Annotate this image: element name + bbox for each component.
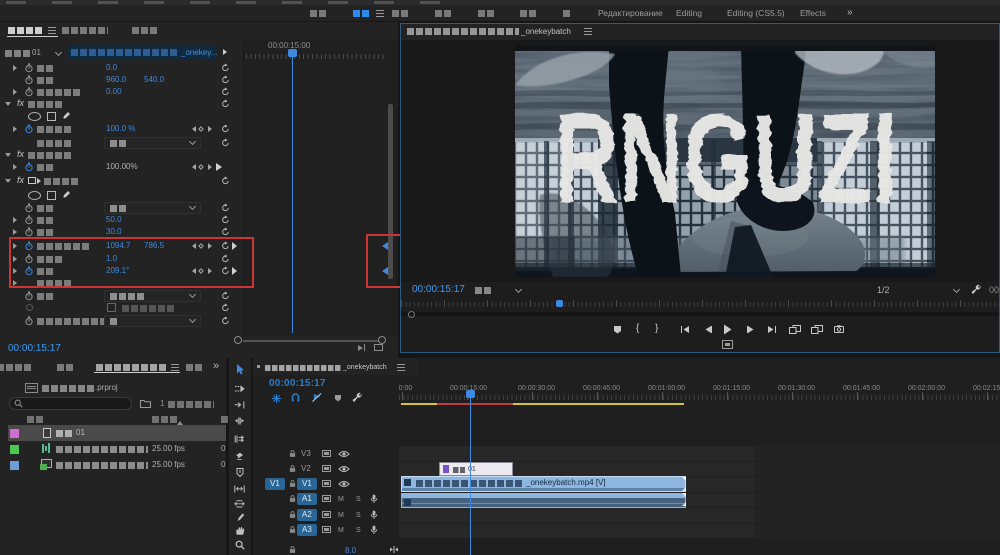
svg-text:RNGUZI: RNGUZI — [553, 87, 896, 229]
